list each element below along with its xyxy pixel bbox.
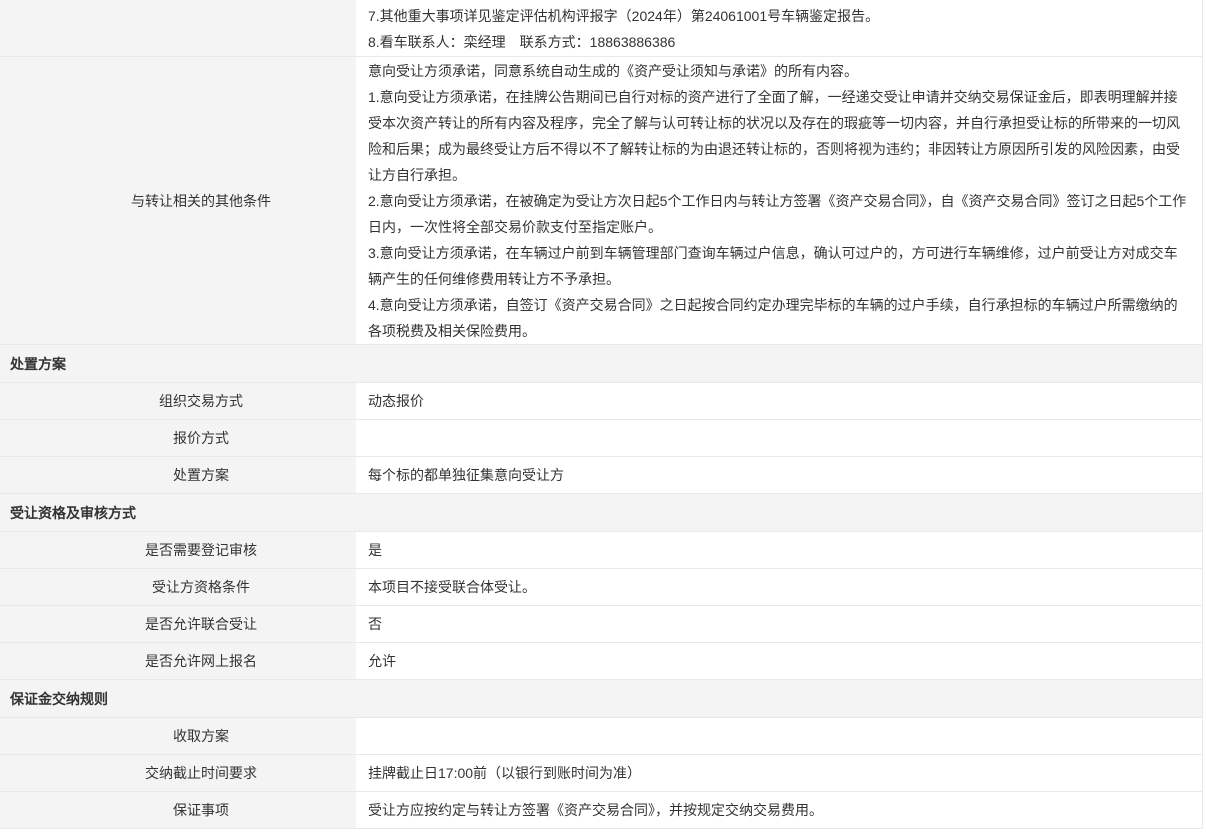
disclosure-content: 7.其他重大事项详见鉴定评估机构评报字（2024年）第24061001号车辆鉴定… — [358, 0, 1202, 56]
other-conditions-content: 意向受让方须承诺，同意系统自动生成的《资产受让须知与承诺》的所有内容。 1.意向… — [358, 57, 1202, 344]
section-title: 受让资格及审核方式 — [10, 503, 136, 523]
section-header-deposit-rules: 保证金交纳规则 — [0, 680, 1202, 718]
field-label: 受让方资格条件 — [0, 569, 358, 605]
section-header-disposal-plan: 处置方案 — [0, 345, 1202, 383]
field-label: 是否允许网上报名 — [0, 643, 358, 679]
condition-paragraph: 2.意向受让方须承诺，在被确定为受让方次日起5个工作日内与转让方签署《资产交易合… — [368, 188, 1190, 240]
asset-detail-table: 7.其他重大事项详见鉴定评估机构评报字（2024年）第24061001号车辆鉴定… — [0, 0, 1203, 829]
field-value: 每个标的都单独征集意向受让方 — [358, 457, 1202, 493]
disclosure-label-empty — [0, 0, 358, 56]
field-row-online-signup: 是否允许网上报名 允许 — [0, 643, 1202, 680]
section-header-transferee-qualification: 受让资格及审核方式 — [0, 494, 1202, 532]
field-label: 组织交易方式 — [0, 383, 358, 419]
field-value: 动态报价 — [358, 383, 1202, 419]
condition-paragraph: 1.意向受让方须承诺，在挂牌公告期间已自行对标的资产进行了全面了解，一经递交受让… — [368, 84, 1190, 188]
disclosure-row-partial: 7.其他重大事项详见鉴定评估机构评报字（2024年）第24061001号车辆鉴定… — [0, 0, 1202, 57]
field-label: 是否允许联合受让 — [0, 606, 358, 642]
field-value — [358, 420, 1202, 456]
field-row-disposal-plan: 处置方案 每个标的都单独征集意向受让方 — [0, 457, 1202, 494]
field-row-registration-review: 是否需要登记审核 是 — [0, 532, 1202, 569]
field-label: 交纳截止时间要求 — [0, 755, 358, 791]
field-row-payment-deadline: 交纳截止时间要求 挂牌截止日17:00前（以银行到账时间为准） — [0, 755, 1202, 792]
condition-paragraph: 4.意向受让方须承诺，自签订《资产交易合同》之日起按合同约定办理完毕标的车辆的过… — [368, 292, 1190, 344]
condition-paragraph: 意向受让方须承诺，同意系统自动生成的《资产受让须知与承诺》的所有内容。 — [368, 58, 1190, 84]
field-row-qualification-conditions: 受让方资格条件 本项目不接受联合体受让。 — [0, 569, 1202, 606]
other-conditions-row: 与转让相关的其他条件 意向受让方须承诺，同意系统自动生成的《资产受让须知与承诺》… — [0, 57, 1202, 345]
field-value: 否 — [358, 606, 1202, 642]
field-value: 是 — [358, 532, 1202, 568]
field-row-quote-method: 报价方式 — [0, 420, 1202, 457]
other-conditions-label: 与转让相关的其他条件 — [0, 57, 358, 344]
field-value — [358, 718, 1202, 754]
field-row-trade-method: 组织交易方式 动态报价 — [0, 383, 1202, 420]
field-row-guarantee-matters: 保证事项 受让方应按约定与转让方签署《资产交易合同》，并按规定交纳交易费用。 — [0, 792, 1202, 829]
field-value: 本项目不接受联合体受让。 — [358, 569, 1202, 605]
field-value: 允许 — [358, 643, 1202, 679]
field-label: 收取方案 — [0, 718, 358, 754]
field-value: 挂牌截止日17:00前（以银行到账时间为准） — [358, 755, 1202, 791]
field-row-collection-plan: 收取方案 — [0, 718, 1202, 755]
field-row-joint-transfer: 是否允许联合受让 否 — [0, 606, 1202, 643]
disclosure-line-8: 8.看车联系人：栾经理 联系方式：18863886386 — [368, 29, 1190, 55]
disclosure-line-7: 7.其他重大事项详见鉴定评估机构评报字（2024年）第24061001号车辆鉴定… — [368, 3, 1190, 29]
field-label: 是否需要登记审核 — [0, 532, 358, 568]
field-value: 受让方应按约定与转让方签署《资产交易合同》，并按规定交纳交易费用。 — [358, 792, 1202, 828]
field-label: 保证事项 — [0, 792, 358, 828]
section-title: 保证金交纳规则 — [10, 689, 108, 709]
condition-paragraph: 3.意向受让方须承诺，在车辆过户前到车辆管理部门查询车辆过户信息，确认可过户的，… — [368, 240, 1190, 292]
field-label: 处置方案 — [0, 457, 358, 493]
field-label: 报价方式 — [0, 420, 358, 456]
section-title: 处置方案 — [10, 354, 66, 374]
